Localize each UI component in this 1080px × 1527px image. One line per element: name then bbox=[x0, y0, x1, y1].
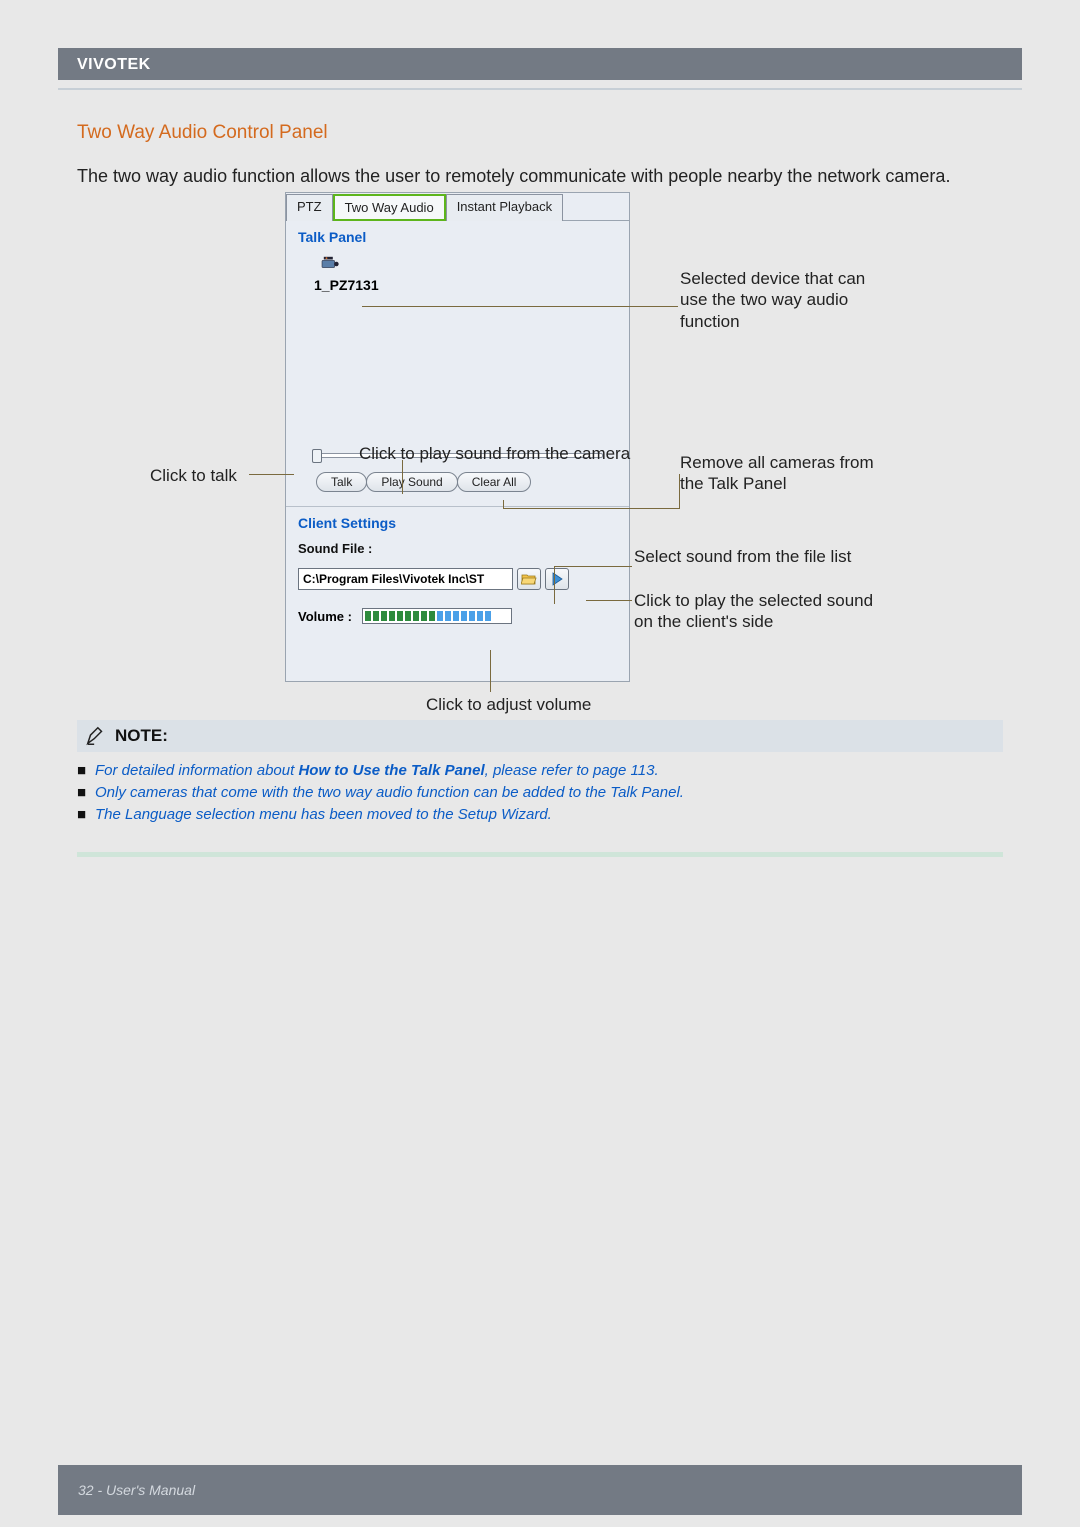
note-text: , please refer to page 113. bbox=[485, 762, 659, 779]
note-label: NOTE: bbox=[115, 726, 168, 746]
section-divider bbox=[77, 852, 1003, 857]
folder-open-icon bbox=[521, 572, 537, 586]
intro-text: The two way audio function allows the us… bbox=[77, 164, 1003, 188]
tab-ptz[interactable]: PTZ bbox=[286, 194, 333, 221]
talk-panel-label: Talk Panel bbox=[298, 229, 619, 245]
device-name-label: 1_PZ7131 bbox=[314, 277, 379, 293]
sound-file-input[interactable] bbox=[298, 568, 513, 590]
header-rule bbox=[58, 88, 1022, 90]
play-file-button[interactable] bbox=[545, 568, 569, 590]
callout-line bbox=[402, 460, 403, 494]
section-title: Two Way Audio Control Panel bbox=[77, 122, 328, 144]
camera-icon bbox=[320, 255, 342, 273]
note-text: Only cameras that come with the two way … bbox=[95, 782, 684, 804]
note-list: ■ For detailed information about How to … bbox=[77, 760, 1003, 825]
volume-bar[interactable] bbox=[362, 608, 512, 624]
volume-label: Volume : bbox=[298, 609, 352, 624]
callout-line bbox=[362, 306, 678, 307]
slider-thumb-icon[interactable] bbox=[312, 449, 322, 463]
tab-row: PTZ Two Way Audio Instant Playback bbox=[286, 193, 629, 220]
clear-all-button[interactable]: Clear All bbox=[457, 472, 532, 492]
callout-select-sound: Select sound from the file list bbox=[634, 546, 854, 567]
talk-button[interactable]: Talk bbox=[316, 472, 367, 492]
callout-play-selected: Click to play the selected sound on the … bbox=[634, 590, 894, 633]
file-row bbox=[298, 568, 617, 590]
device-item[interactable]: 1_PZ7131 bbox=[320, 255, 619, 293]
callout-line bbox=[586, 600, 632, 601]
brand-label: VIVOTEK bbox=[77, 56, 151, 74]
header-bar bbox=[58, 48, 1022, 80]
browse-button[interactable] bbox=[517, 568, 541, 590]
tab-two-way-audio[interactable]: Two Way Audio bbox=[333, 194, 446, 221]
volume-row: Volume : bbox=[298, 608, 617, 624]
callout-adjust-volume: Click to adjust volume bbox=[426, 694, 591, 715]
note-text: For detailed information about bbox=[95, 762, 298, 779]
callout-line bbox=[490, 650, 491, 692]
pencil-icon bbox=[85, 725, 107, 747]
note-text-bold: How to Use the Talk Panel bbox=[298, 762, 484, 779]
callout-line bbox=[503, 500, 504, 508]
callout-line bbox=[679, 474, 680, 509]
callout-line bbox=[249, 474, 294, 475]
callout-line bbox=[554, 566, 555, 594]
sound-file-label: Sound File : bbox=[298, 541, 617, 556]
button-row: Talk Play Sound Clear All bbox=[316, 472, 613, 492]
note-item: ■ For detailed information about How to … bbox=[77, 760, 1003, 782]
note-text: The Language selection menu has been mov… bbox=[95, 804, 552, 826]
callout-line bbox=[554, 594, 555, 604]
note-item: ■ Only cameras that come with the two wa… bbox=[77, 782, 1003, 804]
control-panel: PTZ Two Way Audio Instant Playback Talk … bbox=[285, 192, 630, 682]
note-bar: NOTE: bbox=[77, 720, 1003, 752]
tab-instant-playback[interactable]: Instant Playback bbox=[446, 194, 563, 221]
page: VIVOTEK Two Way Audio Control Panel The … bbox=[0, 0, 1080, 1527]
callout-selected-device: Selected device that can use the two way… bbox=[680, 268, 880, 332]
client-settings-label: Client Settings bbox=[298, 515, 617, 531]
page-footer: 32 - User's Manual bbox=[58, 1465, 1022, 1515]
callout-remove-all: Remove all cameras from the Talk Panel bbox=[680, 452, 890, 495]
play-icon bbox=[551, 572, 563, 586]
footer-page-label: 32 - User's Manual bbox=[78, 1482, 195, 1498]
talk-panel-body: Talk Panel 1_PZ7131 bbox=[286, 220, 629, 445]
callout-click-to-talk: Click to talk bbox=[150, 465, 237, 486]
callout-line bbox=[554, 566, 632, 567]
note-item: ■ The Language selection menu has been m… bbox=[77, 804, 1003, 826]
client-settings-block: Client Settings Sound File : Volume : bbox=[286, 506, 629, 634]
play-sound-button[interactable]: Play Sound bbox=[366, 472, 457, 492]
callout-play-from-camera: Click to play sound from the camera bbox=[359, 443, 630, 464]
callout-line bbox=[503, 508, 679, 509]
